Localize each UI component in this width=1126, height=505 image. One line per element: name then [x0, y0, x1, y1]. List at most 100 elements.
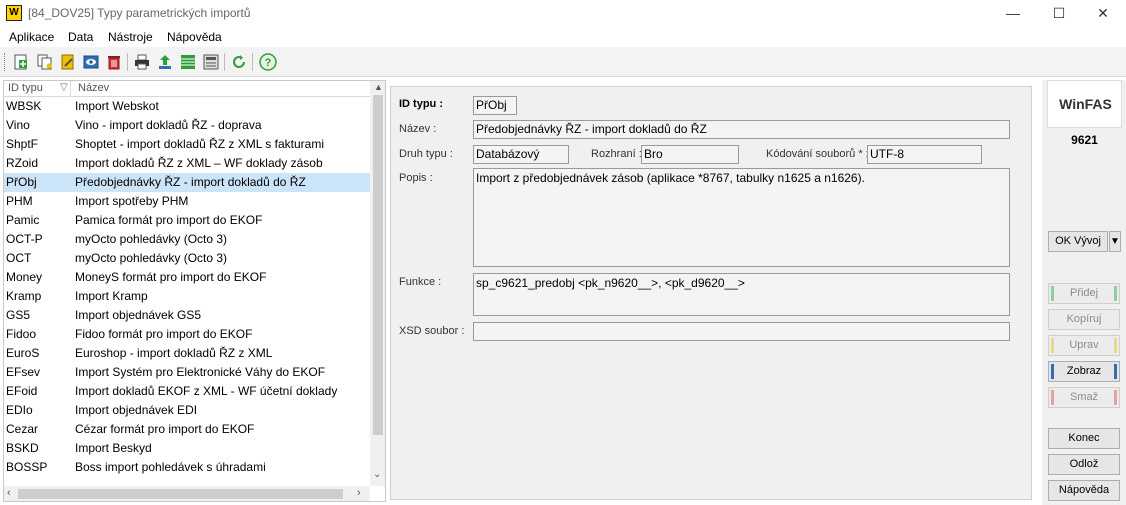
table-row[interactable]: BSKD Import Beskyd [4, 439, 370, 458]
column-header-id[interactable]: ID typu [8, 82, 43, 94]
menu-bar: Aplikace Data Nástroje Nápověda [0, 27, 1126, 47]
ok-vyvoj-button[interactable]: OK Vývoj [1048, 231, 1108, 252]
window-title: [84_DOV25] Typy parametrických importů [28, 6, 251, 20]
export-icon[interactable] [155, 52, 175, 72]
scroll-right-icon[interactable]: › [357, 487, 361, 499]
row-id: Vino [6, 118, 30, 132]
row-id: PřObj [6, 175, 37, 189]
row-id: BOSSP [6, 460, 48, 474]
function-field[interactable]: sp_c9621_predobj <pk_n9620__>, <pk_d9620… [473, 273, 1010, 316]
menu-aplikace[interactable]: Aplikace [9, 30, 54, 44]
function-label: Funkce : [399, 276, 442, 288]
column-divider[interactable] [70, 81, 71, 97]
table-row[interactable]: Pamic Pamica formát pro import do EKOF [4, 211, 370, 230]
scroll-left-icon[interactable]: ‹ [7, 487, 11, 499]
table-row[interactable]: PřObj Předobjednávky ŘZ - import dokladů … [4, 173, 370, 192]
add-button: Přidej [1048, 283, 1120, 304]
add-color-bar [1114, 286, 1117, 301]
add-icon[interactable] [11, 52, 31, 72]
print-icon[interactable] [132, 52, 152, 72]
table-row[interactable]: EFoid Import dokladů EKOF z XML - WF účet… [4, 382, 370, 401]
row-name: Import Kramp [75, 289, 148, 303]
table-row[interactable]: RZoid Import dokladů ŘZ z XML – WF doklad… [4, 154, 370, 173]
table-row[interactable]: EDIo Import objednávek EDI [4, 401, 370, 420]
delete-icon[interactable] [104, 52, 124, 72]
table-row[interactable]: GS5 Import objednávek GS5 [4, 306, 370, 325]
scroll-up-icon[interactable]: ▲ [374, 82, 383, 92]
row-name: Import objednávek EDI [75, 403, 198, 417]
copy-button: Kopíruj [1048, 309, 1120, 330]
row-name: Euroshop - import dokladů ŘZ z XML [75, 346, 273, 360]
end-button[interactable]: Konec [1048, 428, 1120, 449]
table-row[interactable]: WBSK Import Webskot [4, 97, 370, 116]
row-name: Import dokladů ŘZ z XML – WF doklady zás… [75, 156, 323, 170]
table-row[interactable]: BOSSP Boss import pohledávek s úhradami [4, 458, 370, 477]
table-row[interactable]: EuroS Euroshop - import dokladů ŘZ z XML [4, 344, 370, 363]
app-logo: W [6, 5, 22, 21]
minimize-button[interactable]: — [990, 0, 1036, 27]
table-row[interactable]: ShptF Shoptet - import dokladů ŘZ z XML s… [4, 135, 370, 154]
row-id: EFoid [6, 384, 38, 398]
copy-icon[interactable] [35, 52, 55, 72]
menu-nastroje[interactable]: Nástroje [108, 30, 153, 44]
table-icon[interactable] [178, 52, 198, 72]
view-color-bar [1114, 364, 1117, 379]
column-header-name[interactable]: Název [78, 82, 109, 94]
row-id: Fidoo [6, 327, 37, 341]
table-row[interactable]: EFsev Import Systém pro Elektronické Váhy… [4, 363, 370, 382]
id-label: ID typu : [399, 98, 443, 110]
help-button[interactable]: Nápověda [1048, 480, 1120, 501]
import-types-list[interactable]: ID typu ▽ Název WBSK Import Webskot Vino Vi… [3, 80, 386, 502]
table-row[interactable]: Cezar Cézar formát pro import do EKOF [4, 420, 370, 439]
filter-icon[interactable]: ▽ [60, 82, 68, 93]
description-field[interactable]: Import z předobjednávek zásob (aplikace … [473, 168, 1010, 267]
view-button[interactable]: Zobraz [1048, 361, 1120, 382]
name-field[interactable]: Předobjednávky ŘZ - import dokladů do ŘZ [473, 120, 1010, 139]
side-panel: WinFAS 9621 OK Vývoj ▼ Přidej Kopíruj Up… [1042, 80, 1126, 505]
table-row[interactable]: Fidoo Fidoo formát pro import do EKOF [4, 325, 370, 344]
edit-icon[interactable] [58, 52, 78, 72]
ok-dropdown-icon[interactable]: ▼ [1109, 231, 1121, 252]
scroll-down-icon[interactable]: ⌄ [373, 469, 381, 480]
menu-napoveda[interactable]: Nápověda [167, 30, 222, 44]
table-row[interactable]: Kramp Import Kramp [4, 287, 370, 306]
postpone-button[interactable]: Odlož [1048, 454, 1120, 475]
encoding-label: Kódování souborů * : [766, 148, 869, 160]
row-name: myOcto pohledávky (Octo 3) [75, 251, 228, 265]
encoding-field[interactable]: UTF-8 [867, 145, 982, 164]
horizontal-scrollbar[interactable]: ‹ › [4, 486, 370, 501]
postpone-button-label: Odlož [1069, 458, 1099, 470]
end-button-label: Konec [1068, 432, 1100, 444]
table-row[interactable]: OCT-P myOcto pohledávky (Octo 3) [4, 230, 370, 249]
delete-color-bar [1051, 390, 1054, 405]
toolbar-grip [4, 53, 7, 71]
title-bar: W [84_DOV25] Typy parametrických importů… [0, 0, 1126, 27]
edit-button-label: Uprav [1069, 339, 1099, 351]
kind-label: Druh typu : [399, 148, 453, 160]
kind-field[interactable]: Databázový [473, 145, 569, 164]
id-field[interactable]: PřObj [473, 96, 517, 115]
brand-logo: WinFAS [1047, 80, 1122, 128]
refresh-icon[interactable] [229, 52, 249, 72]
row-name: Boss import pohledávek s úhradami [75, 460, 266, 474]
scrollbar-thumb[interactable] [18, 489, 343, 499]
view-icon[interactable] [81, 52, 101, 72]
table-row[interactable]: Money MoneyS formát pro import do EKOF [4, 268, 370, 287]
brand-text: WinFAS [1059, 96, 1112, 112]
close-button[interactable]: ✕ [1080, 0, 1126, 27]
row-id: OCT-P [6, 232, 43, 246]
table-row[interactable]: PHM Import spotřeby PHM [4, 192, 370, 211]
scrollbar-thumb[interactable] [373, 95, 383, 435]
name-label: Název : [399, 123, 437, 135]
columns-icon[interactable] [201, 52, 221, 72]
help-icon[interactable]: ? [258, 52, 278, 72]
description-label: Popis : [399, 172, 433, 184]
xsd-field[interactable] [473, 322, 1010, 341]
maximize-button[interactable]: ☐ [1036, 0, 1082, 27]
table-row[interactable]: Vino Vino - import dokladů ŘZ - doprava [4, 116, 370, 135]
menu-data[interactable]: Data [68, 30, 93, 44]
vertical-scrollbar[interactable]: ▲ ⌄ [370, 81, 385, 486]
interface-field[interactable]: Bro [641, 145, 739, 164]
table-row[interactable]: OCT myOcto pohledávky (Octo 3) [4, 249, 370, 268]
row-name: Předobjednávky ŘZ - import dokladů do ŘZ [75, 175, 306, 189]
